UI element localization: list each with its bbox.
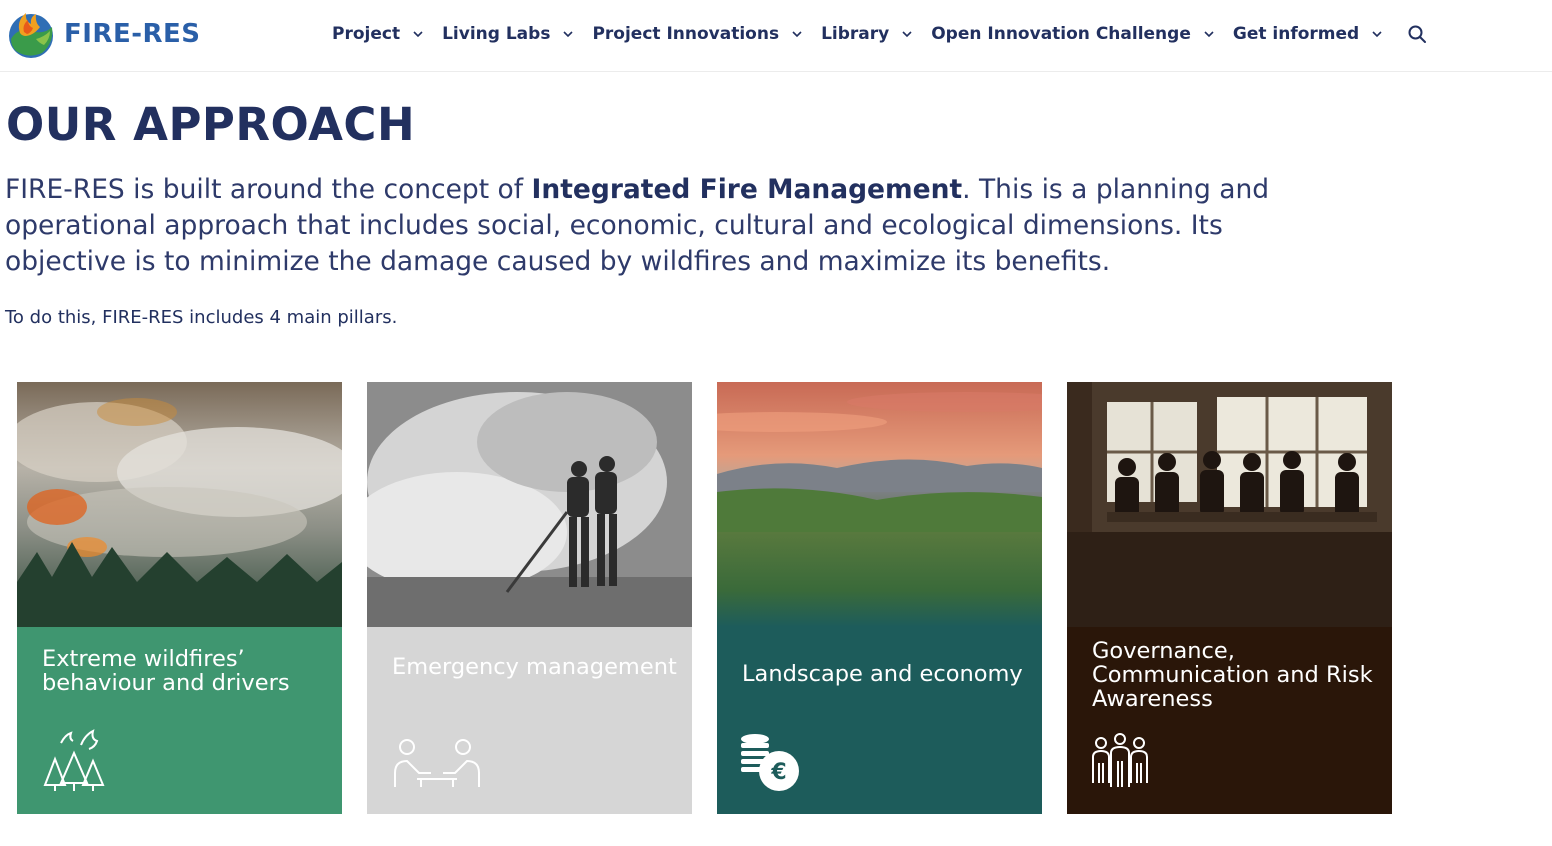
chevron-down-icon <box>413 31 423 38</box>
pillar-card-governance[interactable]: Governance, Communication and Risk Aware… <box>1067 382 1392 814</box>
nav-item-get-informed[interactable]: Get informed <box>1233 24 1401 44</box>
intro-text-start: FIRE-RES is built around the concept of <box>5 174 532 205</box>
nav-item-project-innovations[interactable]: Project Innovations <box>592 24 821 44</box>
chevron-down-icon <box>1204 31 1214 38</box>
site-header: FIRE-RES Project Living Labs Project Inn… <box>0 0 1552 72</box>
site-logo[interactable]: FIRE-RES <box>6 9 201 59</box>
nav-item-open-innovation-challenge[interactable]: Open Innovation Challenge <box>931 24 1233 44</box>
chevron-down-icon <box>1372 31 1382 38</box>
coins-euro-icon: € <box>741 734 799 791</box>
pillar-panel: Governance, Communication and Risk Aware… <box>1067 627 1392 814</box>
wildfire-forest-image <box>17 382 342 627</box>
nav-item-label: Project Innovations <box>592 24 780 44</box>
nav-item-living-labs[interactable]: Living Labs <box>442 24 592 44</box>
brand-name: FIRE-RES <box>64 19 201 49</box>
pillar-panel: Emergency management <box>367 627 692 814</box>
chevron-down-icon <box>563 31 574 38</box>
pillar-card-emergency-management[interactable]: Emergency management <box>367 382 692 814</box>
search-icon[interactable] <box>1407 24 1427 44</box>
pillar-card-extreme-wildfires[interactable]: Extreme wildfires’ behaviour and drivers <box>17 382 342 814</box>
chevron-down-icon <box>792 31 802 38</box>
pillar-panel: Landscape and economy € <box>717 627 1042 814</box>
nav-item-label: Get informed <box>1232 24 1360 44</box>
nav-item-library[interactable]: Library <box>821 24 931 44</box>
intro-paragraph: FIRE-RES is built around the concept of … <box>5 172 1345 280</box>
pillar-title: Governance, Communication and Risk Aware… <box>1092 638 1373 712</box>
nav-item-label: Living Labs <box>442 24 551 44</box>
chevron-down-icon <box>902 31 912 38</box>
group-of-people-icon <box>1092 733 1148 787</box>
intro-text-bold: Integrated Fire Management <box>531 174 963 205</box>
fire-res-logo-icon <box>9 13 53 58</box>
pillar-title: Extreme wildfires’ behaviour and drivers <box>42 646 290 696</box>
nav-item-label: Open Innovation Challenge <box>931 24 1191 44</box>
landscape-valley-image <box>717 382 1042 627</box>
nav-item-project[interactable]: Project <box>332 24 442 44</box>
page-title: OUR APPROACH <box>6 98 416 151</box>
nav-item-label: Project <box>332 24 401 44</box>
pillar-title: Emergency management <box>392 654 677 680</box>
people-at-table-icon <box>394 739 480 787</box>
firefighters-smoke-image <box>367 382 692 627</box>
main-nav: Project Living Labs Project Innovations … <box>332 20 1427 48</box>
pillars-intro: To do this, FIRE-RES includes 4 main pil… <box>5 307 398 328</box>
burning-trees-icon <box>43 729 105 791</box>
nav-item-label: Library <box>821 24 890 44</box>
svg-text:€: € <box>770 760 786 785</box>
pillar-panel: Extreme wildfires’ behaviour and drivers <box>17 627 342 814</box>
meeting-room-image <box>1067 382 1392 627</box>
pillar-card-landscape-economy[interactable]: Landscape and economy € <box>717 382 1042 814</box>
pillar-title: Landscape and economy <box>742 661 1023 687</box>
